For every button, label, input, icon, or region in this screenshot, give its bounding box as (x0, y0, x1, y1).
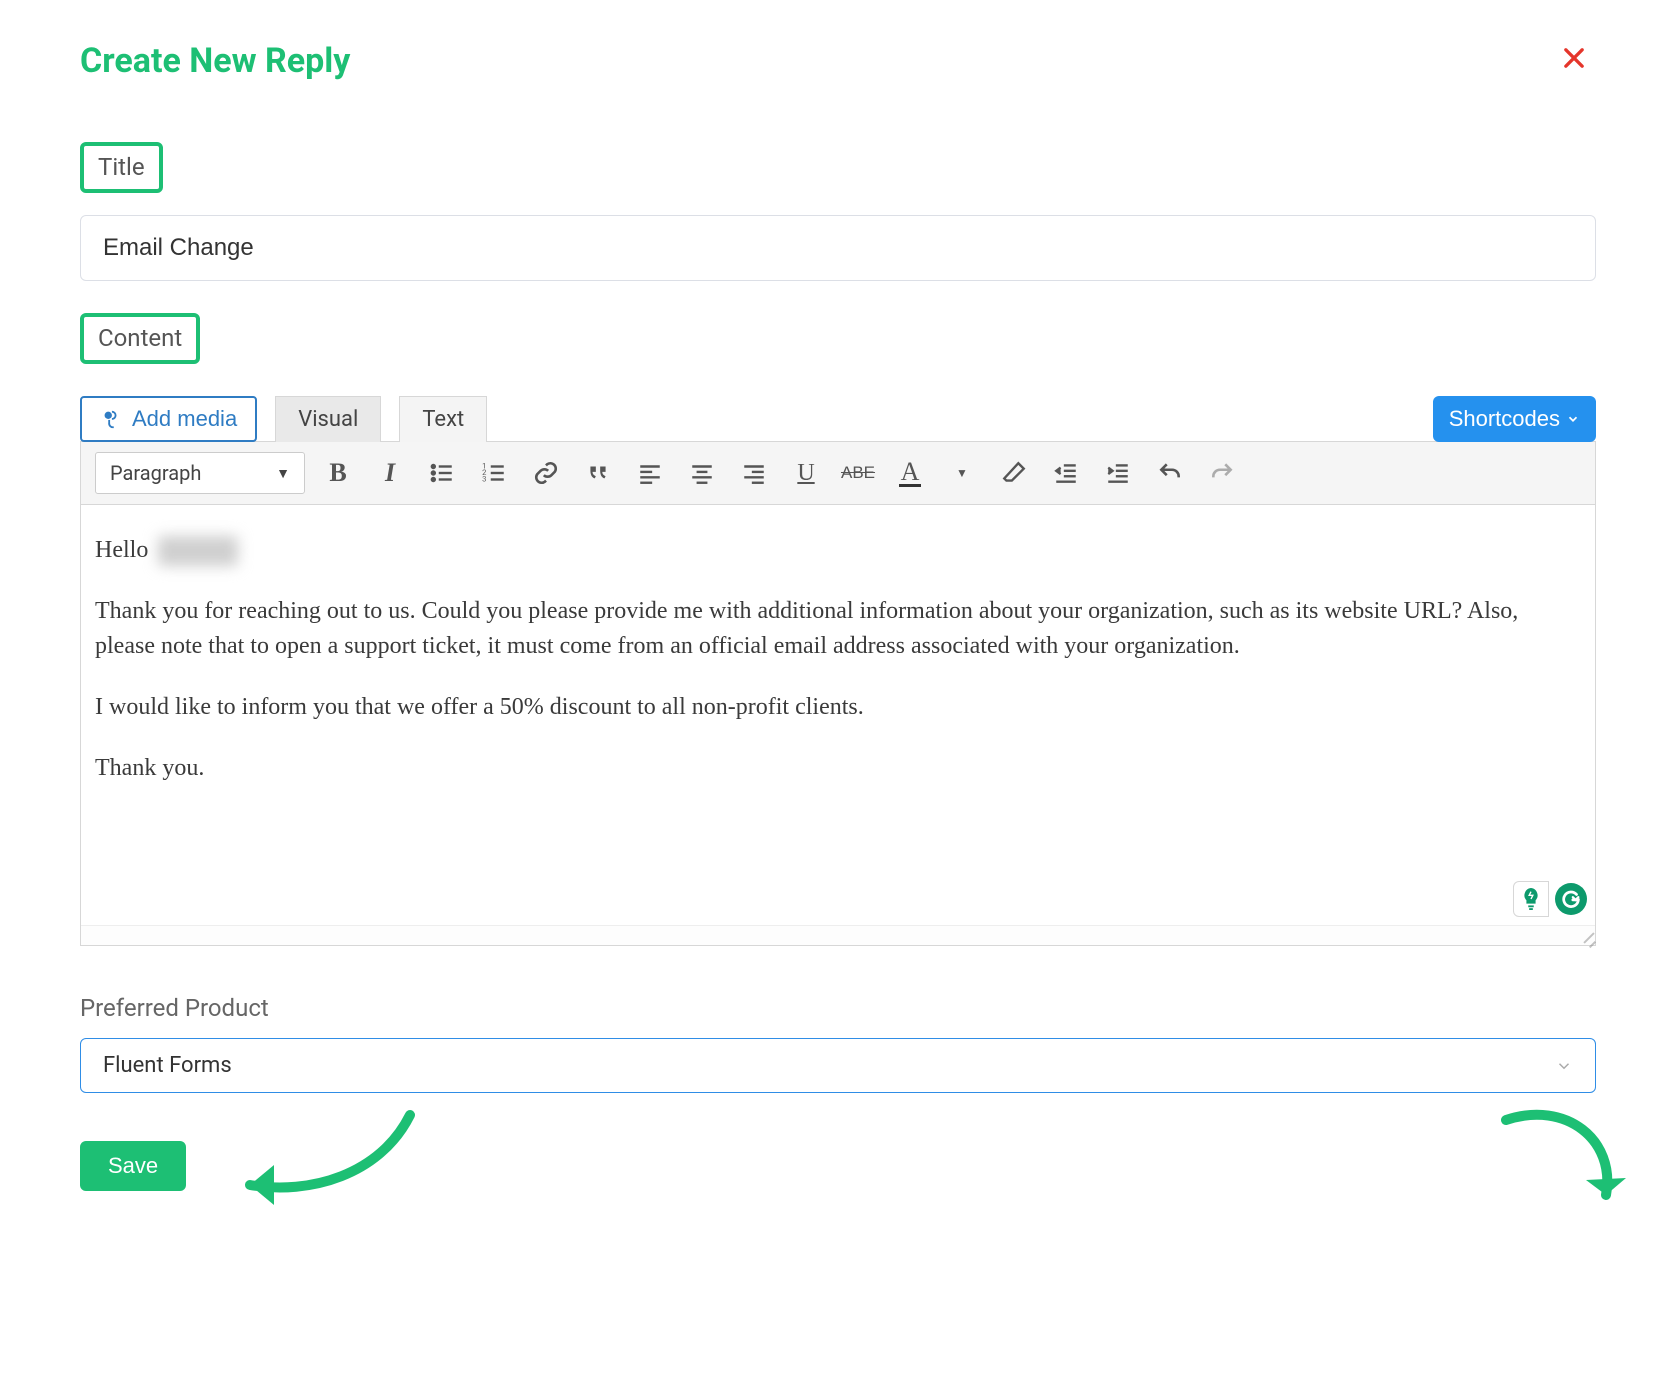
italic-button[interactable]: I (371, 454, 409, 492)
svg-text:3: 3 (482, 475, 486, 484)
annotation-arrow-save (210, 1105, 430, 1215)
bullet-list-icon (429, 460, 455, 486)
clear-format-button[interactable] (995, 454, 1033, 492)
format-selector-label: Paragraph (110, 461, 201, 485)
content-field-label: Content (80, 313, 200, 364)
undo-icon (1157, 460, 1183, 486)
redacted-name (158, 536, 238, 566)
eraser-icon (1001, 460, 1027, 486)
chevron-down-icon (1555, 1057, 1573, 1075)
add-media-button[interactable]: Add media (80, 396, 257, 442)
add-media-label: Add media (132, 408, 237, 430)
blockquote-button[interactable] (579, 454, 617, 492)
grammarly-icon (1560, 888, 1582, 910)
quote-icon (585, 460, 611, 486)
shortcodes-label: Shortcodes (1449, 406, 1560, 432)
format-selector[interactable]: Paragraph ▼ (95, 452, 305, 494)
chevron-down-icon (1566, 412, 1580, 426)
preferred-product-label: Preferred Product (80, 994, 1596, 1022)
save-button[interactable]: Save (80, 1141, 186, 1191)
redo-button[interactable] (1203, 454, 1241, 492)
bullet-list-button[interactable] (423, 454, 461, 492)
editor-toolbar: Paragraph ▼ B I 1 2 3 (81, 442, 1595, 505)
indent-icon (1105, 460, 1131, 486)
text-color-dropdown[interactable]: ▼ (943, 454, 981, 492)
indent-button[interactable] (1099, 454, 1137, 492)
link-button[interactable] (527, 454, 565, 492)
align-center-button[interactable] (683, 454, 721, 492)
grammarly-button[interactable] (1555, 883, 1587, 915)
undo-button[interactable] (1151, 454, 1189, 492)
link-icon (533, 460, 559, 486)
tab-text[interactable]: Text (399, 396, 487, 442)
editor-status-bar (81, 925, 1595, 945)
title-field-label: Title (80, 142, 163, 193)
text-color-icon: A (899, 460, 922, 486)
save-label: Save (108, 1153, 158, 1178)
editor-paragraph-2: Thank you for reaching out to us. Could … (95, 594, 1581, 664)
preferred-product-select[interactable]: Fluent Forms (80, 1038, 1596, 1093)
bold-button[interactable]: B (319, 454, 357, 492)
editor-content-area[interactable]: Hello Thank you for reaching out to us. … (81, 505, 1595, 925)
align-right-button[interactable] (735, 454, 773, 492)
editor-paragraph-1: Hello (95, 533, 148, 568)
text-color-button[interactable]: A (891, 454, 929, 492)
close-icon (1560, 44, 1588, 72)
align-right-icon (741, 460, 767, 486)
numbered-list-button[interactable]: 1 2 3 (475, 454, 513, 492)
align-center-icon (689, 460, 715, 486)
editor-paragraph-4: Thank you. (95, 751, 1581, 786)
annotation-arrow-select (1476, 1100, 1636, 1230)
editor-container: Paragraph ▼ B I 1 2 3 (80, 441, 1596, 946)
align-left-button[interactable] (631, 454, 669, 492)
lightbulb-icon (1520, 886, 1542, 912)
dialog-title: Create New Reply (80, 41, 350, 81)
hint-bulb-button[interactable] (1513, 881, 1549, 917)
underline-button[interactable]: U (787, 454, 825, 492)
resize-handle[interactable] (1578, 929, 1592, 943)
outdent-button[interactable] (1047, 454, 1085, 492)
tab-visual[interactable]: Visual (275, 396, 381, 442)
editor-paragraph-3: I would like to inform you that we offer… (95, 690, 1581, 725)
chevron-down-icon: ▼ (276, 465, 290, 482)
outdent-icon (1053, 460, 1079, 486)
shortcodes-button[interactable]: Shortcodes (1433, 396, 1596, 442)
title-input[interactable] (80, 215, 1596, 281)
close-button[interactable] (1552, 40, 1596, 82)
align-left-icon (637, 460, 663, 486)
media-icon (100, 408, 122, 430)
preferred-product-selected: Fluent Forms (103, 1053, 232, 1078)
numbered-list-icon: 1 2 3 (481, 460, 507, 486)
strikethrough-button[interactable]: ABE (839, 454, 877, 492)
redo-icon (1209, 460, 1235, 486)
